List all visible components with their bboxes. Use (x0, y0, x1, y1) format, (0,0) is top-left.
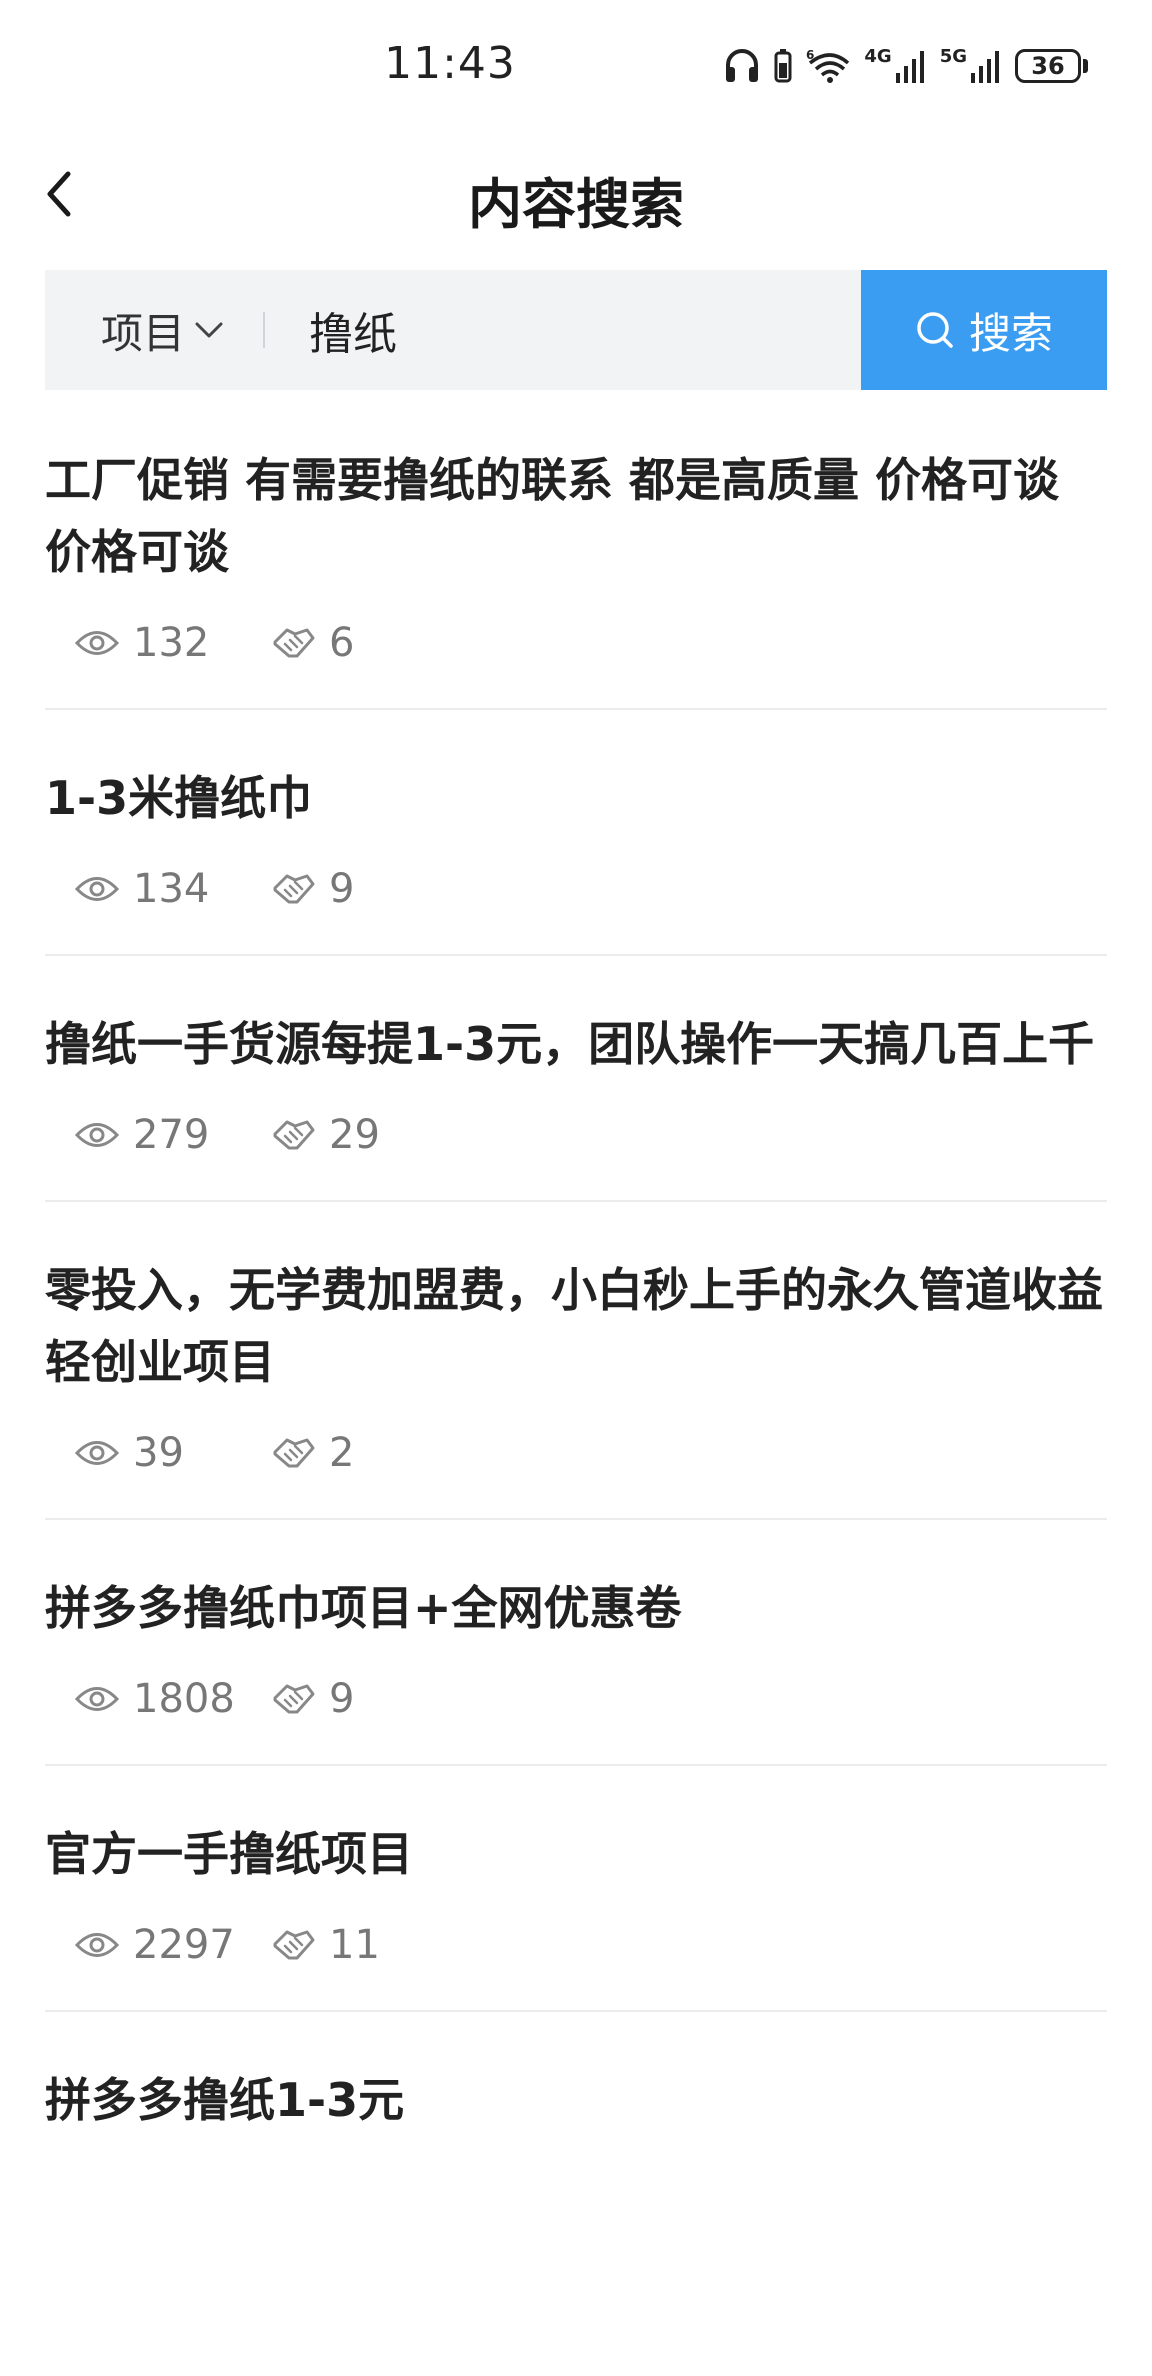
likes-group: 6 (271, 620, 354, 666)
view-count: 1808 (133, 1676, 235, 1722)
likes-group: 9 (271, 1676, 354, 1722)
signal-5g-label: 5G (939, 45, 967, 67)
result-title: 零投入，无学费加盟费，小白秒上手的永久管道收益轻创业项目 (45, 1263, 1103, 1389)
views-group: 39 (75, 1430, 271, 1476)
views-group: 1808 (75, 1676, 271, 1722)
result-item[interactable]: 零投入，无学费加盟费，小白秒上手的永久管道收益轻创业项目 39 2 (45, 1254, 1107, 1520)
search-button[interactable]: 搜索 (861, 270, 1107, 390)
result-meta: 39 2 (45, 1428, 1107, 1478)
result-item[interactable]: 拼多多撸纸巾项目+全网优惠卷 1808 9 (45, 1572, 1107, 1766)
search-field: 项目 (45, 270, 861, 390)
likes-group: 11 (271, 1922, 380, 1968)
eye-icon (75, 1441, 119, 1465)
handshake-icon (273, 1930, 315, 1960)
views-group: 279 (75, 1112, 271, 1158)
signal-4g-icon (895, 51, 924, 83)
handshake-icon (273, 1120, 315, 1150)
like-count: 2 (329, 1430, 355, 1476)
views-group: 132 (75, 620, 271, 666)
result-meta: 2297 11 (45, 1920, 1107, 1970)
like-count: 29 (329, 1112, 380, 1158)
status-bar: 11:43 6 4G 5G 36 (0, 0, 1152, 130)
view-count: 132 (133, 620, 210, 666)
result-title: 1-3米撸纸巾 (45, 771, 313, 825)
result-item[interactable]: 拼多多撸纸1-3元 (45, 2064, 1107, 2176)
results-list: 工厂促销 有需要撸纸的联系 都是高质量 价格可谈 价格可谈 132 6 1-3米… (45, 444, 1107, 2228)
chevron-down-icon (195, 322, 223, 338)
wifi-icon: 6 (806, 49, 850, 83)
result-title: 撸纸一手货源每提1-3元，团队操作一天搞几百上千 (45, 1017, 1095, 1071)
views-group: 134 (75, 866, 271, 912)
like-count: 9 (329, 866, 355, 912)
result-meta: 132 6 (45, 618, 1107, 668)
battery-icon: 36 (1015, 49, 1088, 83)
result-title: 拼多多撸纸巾项目+全网优惠卷 (45, 1581, 682, 1635)
eye-icon (75, 631, 119, 655)
views-group: 2297 (75, 1922, 271, 1968)
eye-icon (75, 877, 119, 901)
result-meta: 1808 9 (45, 1674, 1107, 1724)
view-count: 39 (133, 1430, 184, 1476)
signal-5g-icon (971, 51, 999, 83)
eye-icon (75, 1123, 119, 1147)
result-title: 工厂促销 有需要撸纸的联系 都是高质量 价格可谈 价格可谈 (45, 453, 1060, 579)
like-count: 11 (329, 1922, 380, 1968)
result-meta: 279 29 (45, 1110, 1107, 1160)
headphones-icon (726, 49, 759, 82)
result-item[interactable]: 工厂促销 有需要撸纸的联系 都是高质量 价格可谈 价格可谈 132 6 (45, 444, 1107, 710)
likes-group: 9 (271, 866, 354, 912)
like-count: 9 (329, 1676, 355, 1722)
category-dropdown[interactable]: 项目 (45, 270, 223, 390)
eye-icon (75, 1933, 119, 1957)
search-bar: 项目 搜索 (45, 270, 1107, 390)
likes-group: 29 (271, 1112, 380, 1158)
phone-battery-icon (774, 49, 792, 83)
result-title: 拼多多撸纸1-3元 (45, 2073, 405, 2127)
search-button-label: 搜索 (968, 308, 1053, 358)
like-count: 6 (329, 620, 355, 666)
result-title: 官方一手撸纸项目 (45, 1827, 413, 1881)
handshake-icon (273, 874, 315, 904)
nav-bar: 内容搜索 (0, 130, 1152, 260)
category-label: 项目 (101, 308, 186, 358)
status-icons: 6 4G 5G 36 (724, 46, 1088, 86)
result-meta: 134 9 (45, 864, 1107, 914)
result-item[interactable]: 1-3米撸纸巾 134 9 (45, 762, 1107, 956)
search-icon (917, 312, 953, 348)
search-divider (263, 312, 266, 348)
likes-group: 2 (271, 1430, 354, 1476)
result-item[interactable]: 官方一手撸纸项目 2297 11 (45, 1818, 1107, 2012)
battery-level: 36 (1015, 49, 1081, 83)
eye-icon (75, 1687, 119, 1711)
handshake-icon (273, 1684, 315, 1714)
handshake-icon (273, 628, 315, 658)
search-input[interactable] (309, 270, 861, 390)
page-title: 内容搜索 (468, 173, 684, 236)
result-item[interactable]: 撸纸一手货源每提1-3元，团队操作一天搞几百上千 279 29 (45, 1008, 1107, 1202)
view-count: 279 (133, 1112, 210, 1158)
view-count: 2297 (133, 1922, 235, 1968)
view-count: 134 (133, 866, 210, 912)
handshake-icon (273, 1438, 315, 1468)
signal-4g-label: 4G (864, 45, 892, 67)
